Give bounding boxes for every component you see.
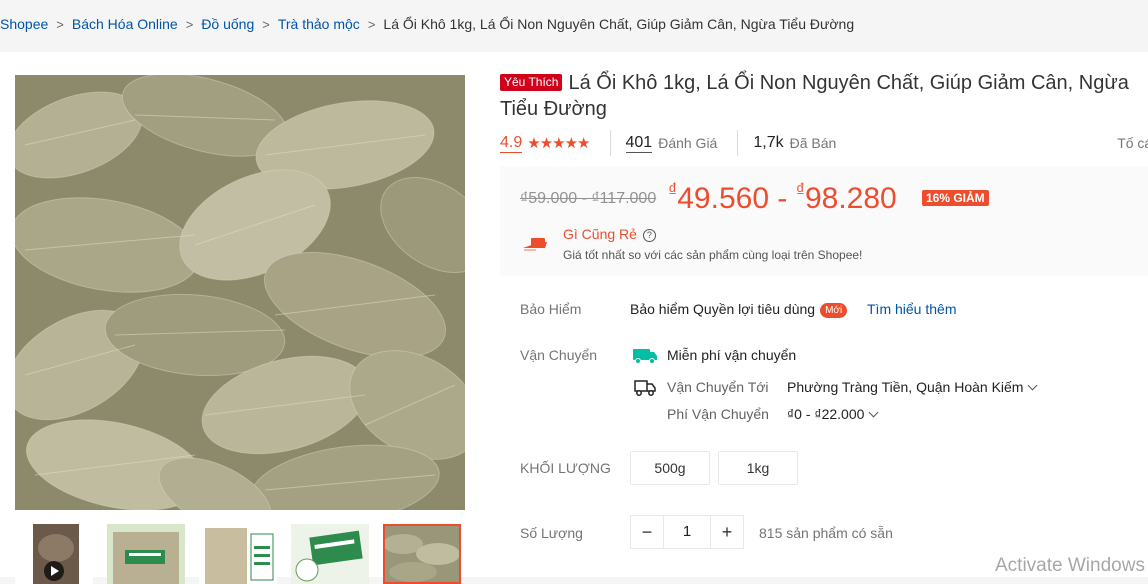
divider (609, 130, 611, 156)
review-count[interactable]: 401 (625, 134, 653, 153)
product-main-image[interactable] (15, 75, 465, 510)
chevron-down-icon (868, 407, 879, 418)
breadcrumb-link-bach-hoa[interactable]: Bách Hóa Online (72, 16, 178, 32)
chevron-down-icon (1028, 380, 1038, 391)
thumbnail-4[interactable] (291, 524, 369, 584)
sale-price: ₫49.560 - ₫98.280 (668, 180, 897, 215)
rating-row: 4.9 ★★★★★ 401 Đánh Giá 1,7k Đã Bán Tố cá… (500, 128, 1148, 158)
thumbnail-2[interactable] (107, 524, 185, 584)
quantity-input[interactable]: 1 (663, 516, 711, 548)
ship-to-label: Vận Chuyển Tới (667, 379, 769, 395)
ship-fee-label: Phí Vận Chuyển (667, 406, 769, 422)
chevron-right-icon: > (56, 16, 64, 32)
product-title: Yêu Thích Lá Ổi Khô 1kg, Lá Ổi Non Nguyên… (500, 70, 1148, 122)
weight-label: KHỐI LƯỢNG (520, 460, 611, 476)
rating-score[interactable]: 4.9 (500, 134, 523, 153)
product-panel: Yêu Thích Lá Ổi Khô 1kg, Lá Ổi Non Nguyên… (0, 52, 1148, 584)
insurance-text: Bảo hiểm Quyền lợi tiêu dùng Mới (630, 301, 848, 318)
learn-more-link[interactable]: Tìm hiểu thêm (867, 301, 956, 317)
thumbnail-video[interactable] (15, 524, 93, 584)
thumbnail-strip (15, 524, 465, 584)
quantity-stepper: − 1 + (630, 515, 744, 549)
favorite-badge: Yêu Thích (500, 74, 563, 91)
ship-fee-dropdown[interactable]: ₫0 - ₫22.000 (787, 406, 879, 422)
chevron-right-icon: > (262, 16, 270, 32)
chevron-right-icon: > (185, 16, 194, 32)
divider (737, 130, 739, 156)
sold-label: Đã Bán (789, 135, 837, 151)
breadcrumb-link-shopee[interactable]: Shopee (0, 16, 48, 32)
breadcrumb-current: Lá Ổi Khô 1kg, Lá Ổi Non Nguyên Chất, Gi… (383, 16, 855, 32)
ship-to-dropdown[interactable]: Phường Tràng Tiền, Quận Hoàn Kiếm (787, 379, 1038, 395)
help-icon[interactable]: ? (642, 229, 656, 242)
review-label: Đánh Giá (658, 135, 718, 151)
option-500g[interactable]: 500g (630, 451, 710, 485)
product-title-text: Lá Ổi Khô 1kg, Lá Ổi Non Nguyên Chất, Gi… (500, 72, 1129, 120)
star-rating-icon: ★★★★★ (527, 135, 590, 152)
thumbnail-5-selected[interactable] (383, 524, 461, 584)
insurance-label: Bảo Hiểm (520, 301, 582, 317)
shipping-label: Vận Chuyển (520, 347, 598, 363)
cheap-price-title: Gì Cũng Rẻ? (563, 226, 656, 242)
option-1kg[interactable]: 1kg (718, 451, 798, 485)
sold-count: 1,7k (753, 134, 784, 151)
cheap-price-subtitle: Giá tốt nhất so với các sản phẩm cùng lo… (563, 248, 863, 262)
price-section: ₫59.000 - ₫117.000 ₫49.560 - ₫98.280 16%… (500, 166, 1148, 276)
free-shipping-icon (633, 349, 657, 364)
new-badge: Mới (820, 303, 848, 318)
activate-windows-watermark: Activate Windows (995, 555, 1145, 576)
thumbnail-3[interactable] (199, 524, 277, 584)
decrease-button[interactable]: − (631, 516, 663, 548)
breadcrumb: Shopee > Bách Hóa Online > Đồ uống > Trà… (0, 0, 1148, 48)
quantity-label: Số Lượng (520, 525, 583, 541)
stock-text: 815 sản phẩm có sẵn (759, 525, 893, 541)
cheap-price-icon (523, 238, 547, 251)
chevron-right-icon: > (367, 16, 376, 32)
report-link[interactable]: Tố cáo (927, 135, 1148, 151)
breadcrumb-link-tra-thao-moc[interactable]: Trà thảo mộc (278, 16, 360, 32)
original-price: ₫59.000 - ₫117.000 (520, 190, 657, 207)
discount-badge: 16% GIẢM (922, 190, 989, 206)
free-shipping-text: Miễn phí vận chuyển (667, 347, 797, 363)
truck-icon (634, 380, 656, 396)
breadcrumb-link-do-uong[interactable]: Đồ uống (201, 16, 254, 32)
increase-button[interactable]: + (711, 516, 743, 548)
